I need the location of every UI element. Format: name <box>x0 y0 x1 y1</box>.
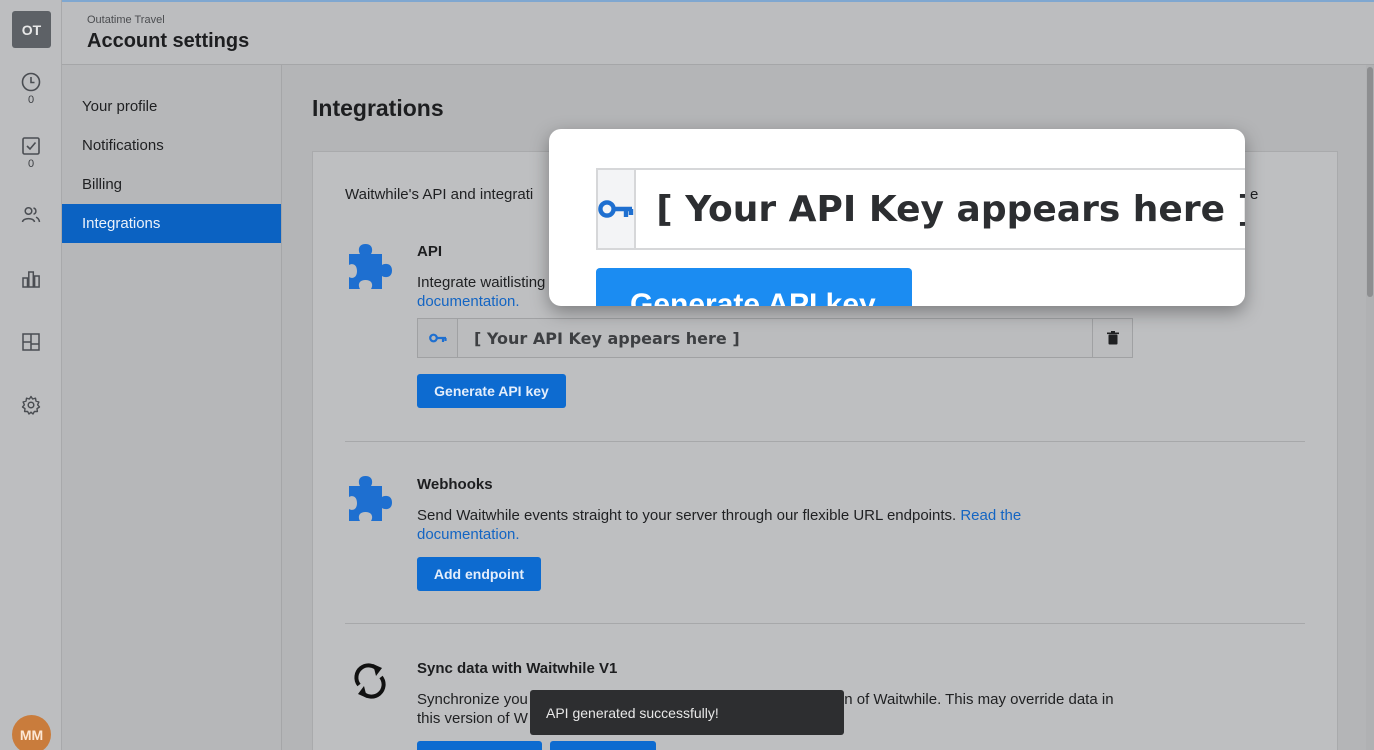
key-icon <box>598 200 634 218</box>
sync-desc-a: Synchronize you <box>417 691 528 708</box>
nav-item-notifications[interactable]: Notifications <box>62 126 281 165</box>
rail-item-waitlist[interactable]: 0 <box>0 72 62 106</box>
puzzle-icon <box>349 244 392 289</box>
rail-item-customers[interactable] <box>0 206 62 224</box>
zoomed-api-key-field: [ Your API Key appears here ] <box>596 168 1245 250</box>
sync-desc-c: this version of W <box>417 710 528 727</box>
key-cell <box>418 319 458 357</box>
webhooks-section: Webhooks Send Waitwhile events straight … <box>345 472 1305 602</box>
rail-item-settings[interactable] <box>0 395 62 415</box>
nav-item-your-profile[interactable]: Your profile <box>62 87 281 126</box>
api-title: API <box>417 243 443 260</box>
webhooks-description: Send Waitwhile events straight to your s… <box>417 506 1097 544</box>
sync-desc-b: n of Waitwhile. This may override data i… <box>844 691 1114 708</box>
add-endpoint-button[interactable]: Add endpoint <box>417 557 541 591</box>
generate-api-key-button[interactable]: Generate API key <box>417 374 566 408</box>
served-count: 0 <box>27 158 35 170</box>
org-name: Outatime Travel <box>87 14 165 26</box>
zoomed-generate-button: Generate API key <box>596 268 912 306</box>
puzzle-icon <box>349 476 392 521</box>
user-avatar[interactable]: MM <box>12 715 51 750</box>
zoom-callout: [ Your API Key appears here ] Generate A… <box>549 129 1245 306</box>
api-desc-text: Integrate waitlisting <box>417 274 546 291</box>
rail-item-layout[interactable] <box>0 332 62 352</box>
webhooks-title: Webhooks <box>417 476 493 493</box>
settings-nav: Your profile Notifications Billing Integ… <box>62 65 282 750</box>
gear-icon <box>21 395 41 415</box>
intro-text-tail: e <box>1250 186 1259 203</box>
waitlist-count: 0 <box>27 94 35 106</box>
nav-item-billing[interactable]: Billing <box>62 165 281 204</box>
scrollbar-thumb[interactable] <box>1367 67 1373 297</box>
nav-rail: OT 0 0 MM <box>0 0 62 750</box>
scrollbar[interactable] <box>1366 65 1374 750</box>
intro-text: Waitwhile's API and integrati e <box>345 186 1258 203</box>
checkbox-icon <box>22 137 40 155</box>
delete-key-button[interactable] <box>1092 319 1132 357</box>
sync-secondary-button[interactable] <box>550 741 656 750</box>
api-key-value: [ Your API Key appears here ] <box>474 328 740 348</box>
users-icon <box>21 206 41 223</box>
section-divider <box>345 441 1305 442</box>
bar-chart-icon <box>22 271 40 288</box>
zoomed-api-key-value: [ Your API Key appears here ] <box>656 188 1245 230</box>
api-docs-link[interactable]: documentation. <box>417 293 520 310</box>
zoomed-key-cell <box>598 170 637 248</box>
sync-icon <box>354 663 386 699</box>
page-title: Account settings <box>87 30 250 52</box>
page-header: Outatime Travel Account settings <box>62 0 1374 65</box>
sync-title: Sync data with Waitwhile V1 <box>417 660 618 677</box>
rail-item-served[interactable]: 0 <box>0 136 62 170</box>
layout-icon <box>22 333 40 351</box>
trash-icon <box>1106 331 1119 345</box>
intro-text-start: Waitwhile's API and integrati <box>345 186 534 203</box>
section-heading: Integrations <box>312 95 444 121</box>
sync-primary-button[interactable] <box>417 741 542 750</box>
org-logo[interactable]: OT <box>12 11 51 48</box>
section-divider <box>345 623 1305 624</box>
clock-icon <box>21 72 41 92</box>
api-key-field[interactable]: [ Your API Key appears here ] <box>417 318 1133 358</box>
webhooks-desc-text: Send Waitwhile events straight to your s… <box>417 507 957 524</box>
key-icon <box>428 333 447 343</box>
nav-item-integrations[interactable]: Integrations <box>62 204 281 243</box>
rail-item-analytics[interactable] <box>0 269 62 289</box>
toast-notification: API generated successfully! <box>530 690 844 735</box>
